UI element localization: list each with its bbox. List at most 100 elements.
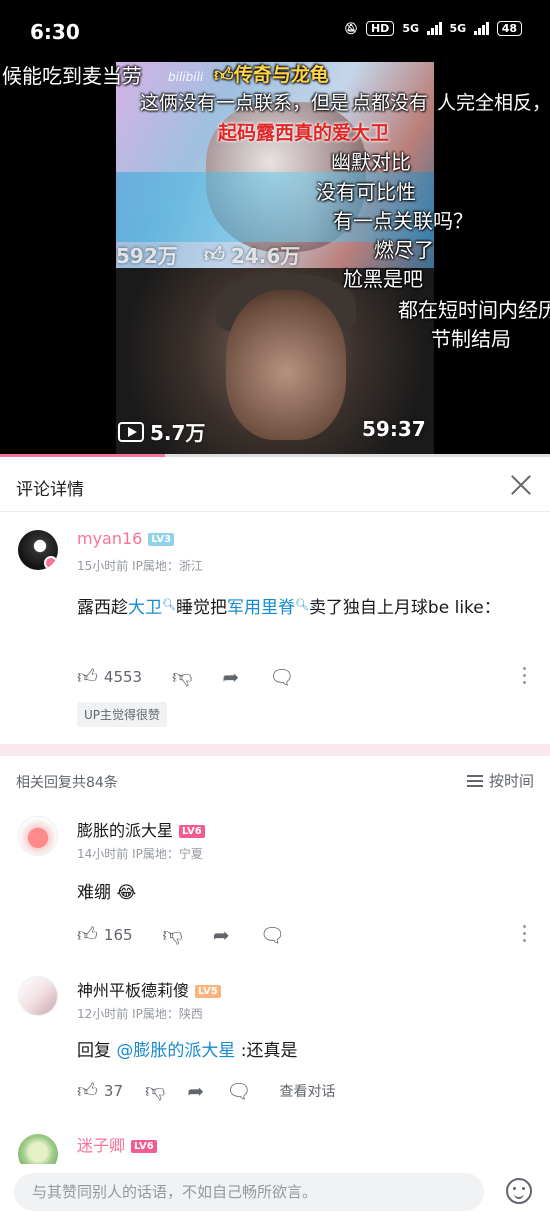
section-divider (0, 744, 550, 756)
comment-icon: 🗨︎ (259, 922, 286, 947)
more-icon[interactable] (522, 925, 526, 942)
level-badge: LV3 (148, 533, 175, 546)
thumb-down-icon: 👎︎ (172, 664, 193, 688)
avatar[interactable] (18, 816, 58, 856)
level-badge: LV6 (179, 825, 205, 838)
thumb-down-icon: 👎︎ (145, 1078, 166, 1102)
sheet-title: 评论详情 (16, 480, 84, 500)
person-face-image (226, 290, 346, 440)
reply-item: 迷子卿 LV6 (0, 1124, 550, 1174)
level-badge: LV5 (195, 985, 221, 998)
reply-meta: 12小时前 IP属地：陕西 (77, 1007, 203, 1021)
video-player[interactable]: bilibili 592万 👍︎ 24.6万 5.7万 59:37 候能吃到麦当… (0, 62, 550, 457)
vip-badge-icon (44, 556, 58, 570)
up-liked-badge: UP主觉得很赞 (77, 702, 168, 727)
mute-icon: 🔕︎ (344, 22, 358, 35)
dislike-button[interactable]: 👎︎ (172, 664, 192, 689)
comment-text: 露西趁大卫🔍︎睡觉把军用里脊🔍︎卖了独自上月球be like： (77, 598, 501, 618)
signal-icon (427, 22, 442, 35)
network-label-2: 5G (449, 22, 467, 35)
danmaku-1: 候能吃到麦当劳 (2, 64, 142, 88)
reply-actions: 👍︎ 37 👎︎ ➦ 🗨︎ 查看对话 (77, 1078, 335, 1103)
signal-icon-2 (474, 22, 489, 35)
comment-icon: 🗨︎ (269, 664, 295, 689)
network-label-1: 5G (402, 22, 419, 35)
comment-sheet-header: 评论详情 (0, 460, 550, 512)
share-icon: ➦ (187, 1078, 205, 1103)
top-views: 592万 (116, 244, 178, 268)
laugh-emoji-icon: 😂 (116, 883, 137, 903)
dislike-button[interactable]: 👎︎ (145, 1078, 165, 1103)
thumb-up-icon: 👍︎ (204, 242, 225, 266)
video-progress-bar[interactable] (0, 454, 550, 457)
more-icon[interactable] (522, 667, 526, 684)
thumb-up-icon: 👍︎ (214, 64, 234, 86)
danmaku-4: 点都没有 (352, 92, 429, 114)
video-duration: 59:37 (362, 417, 426, 441)
like-button[interactable]: 👍︎ 4553 (77, 664, 142, 689)
comment-icon: 🗨︎ (226, 1078, 252, 1103)
keyword-link-2[interactable]: 军用里脊 (227, 598, 295, 618)
danmaku-11: 尬黑是吧 (343, 267, 423, 291)
thumb-up-icon: 👍︎ (77, 1078, 98, 1102)
comment-actions: 👍︎ 4553 👎︎ ➦ 🗨︎ (77, 664, 325, 689)
share-icon: ➦ (212, 922, 230, 947)
avatar[interactable] (18, 976, 58, 1016)
danmaku-10: 燃尽了 (374, 238, 434, 262)
danmaku-2: 👍︎传奇与龙龟 (214, 64, 329, 86)
thumb-down-icon: 👎︎ (162, 922, 183, 946)
reply-text: 难绷 😂 (77, 883, 137, 903)
status-icons: 🔕︎ HD 5G 5G 48 (344, 21, 522, 36)
thumb-up-icon: 👍︎ (77, 664, 98, 688)
bottom-views: 5.7万 (118, 417, 205, 446)
avatar[interactable] (18, 530, 58, 570)
reply-button[interactable]: 🗨︎ (260, 923, 285, 947)
close-icon[interactable] (508, 472, 534, 498)
like-button[interactable]: 👍︎ 165 (77, 922, 133, 947)
reply-button[interactable]: 🗨︎ (226, 1079, 251, 1103)
danmaku-8: 没有可比性 (316, 180, 416, 204)
reply-item: 膨胀的派大星 LV6 14小时前 IP属地：宁夏 难绷 😂 👍︎ 165 👎︎ ➦ … (0, 806, 550, 956)
mention-link[interactable]: @膨胀的派大星 (116, 1041, 235, 1061)
share-button[interactable]: ➦ (187, 1079, 204, 1103)
replies-count: 相关回复共84条 (16, 775, 118, 791)
share-button[interactable]: ➦ (213, 923, 230, 947)
dislike-button[interactable]: 👎︎ (163, 922, 183, 947)
danmaku-12: 都在短时间内经历 (398, 298, 550, 322)
reply-username[interactable]: 迷子卿 LV6 (77, 1132, 157, 1156)
comment-username[interactable]: myan16 LV3 (77, 529, 175, 548)
progress-fill (0, 454, 165, 457)
share-button[interactable]: ➦ (222, 665, 239, 689)
reply-button[interactable]: 🗨︎ (269, 665, 294, 689)
like-button[interactable]: 👍︎ 37 (77, 1078, 123, 1103)
danmaku-13: 节制结局 (431, 327, 511, 351)
reply-actions: 👍︎ 165 👎︎ ➦ 🗨︎ (77, 922, 315, 947)
bilibili-watermark: bilibili (168, 70, 204, 84)
keyword-link-1[interactable]: 大卫 (128, 598, 162, 618)
status-time: 6:30 (30, 20, 80, 44)
emoji-icon[interactable] (506, 1178, 532, 1204)
comment-input-bar: 与其赞同别人的话语，不如自己畅所欲言。 (0, 1164, 550, 1220)
share-icon: ➦ (222, 664, 240, 689)
sort-icon (466, 774, 483, 787)
reply-meta: 14小时前 IP属地：宁夏 (77, 847, 203, 861)
search-icon: 🔍︎ (294, 598, 309, 611)
comment-meta: 15小时前 IP属地：浙江 (77, 559, 203, 573)
reply-username[interactable]: 神州平板德莉傻 LV5 (77, 977, 221, 1001)
danmaku-7: 幽默对比 (331, 150, 411, 174)
thumb-up-icon: 👍︎ (77, 922, 98, 946)
danmaku-9: 有一点关联吗？ (333, 209, 473, 233)
view-conversation-link[interactable]: 查看对话 (279, 1081, 335, 1101)
battery-icon: 48 (496, 21, 522, 36)
search-icon: 🔍︎ (162, 598, 176, 611)
comment-input[interactable]: 与其赞同别人的话语，不如自己畅所欲言。 (14, 1173, 484, 1211)
status-bar: 6:30 🔕︎ HD 5G 5G 48 (0, 0, 550, 62)
level-badge: LV6 (131, 1140, 157, 1153)
top-likes: 👍︎ 24.6万 (204, 242, 301, 268)
comment-detail-screen: 6:30 🔕︎ HD 5G 5G 48 bilibili 592万 👍︎ 24.… (0, 0, 550, 1220)
danmaku-3: 这俩没有一点联系，但是 (140, 92, 350, 114)
sort-button[interactable]: 按时间 (466, 770, 534, 791)
play-count-icon (118, 421, 144, 442)
danmaku-5: 人完全相反， (437, 92, 550, 114)
reply-username[interactable]: 膨胀的派大星 LV6 (77, 817, 205, 841)
